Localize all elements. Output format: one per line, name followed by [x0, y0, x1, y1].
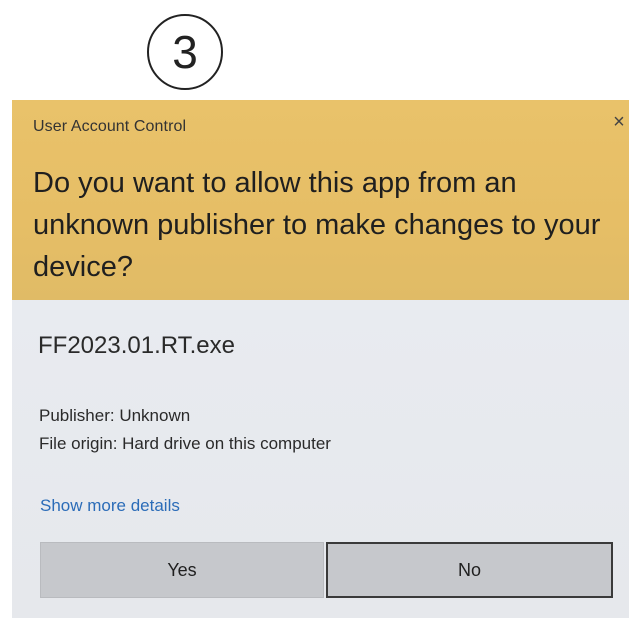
- publisher-info: Publisher: Unknown: [39, 406, 191, 425]
- close-icon[interactable]: ×: [609, 112, 629, 132]
- show-more-details-link[interactable]: Show more details: [40, 496, 180, 516]
- step-number-circle: 3: [147, 14, 223, 90]
- uac-header: User Account Control × Do you want to al…: [12, 100, 629, 300]
- step-indicator: 3: [0, 0, 629, 96]
- file-name: FF2023.01.RT.exe: [38, 332, 236, 359]
- yes-button[interactable]: Yes: [40, 542, 324, 598]
- no-button[interactable]: No: [326, 542, 613, 598]
- uac-dialog: User Account Control × Do you want to al…: [12, 100, 629, 618]
- dialog-title: User Account Control: [33, 118, 187, 135]
- file-origin-info: File origin: Hard drive on this computer: [39, 434, 331, 453]
- uac-body: FF2023.01.RT.exe Publisher: Unknown File…: [12, 300, 629, 618]
- uac-question: Do you want to allow this app from an un…: [33, 167, 601, 283]
